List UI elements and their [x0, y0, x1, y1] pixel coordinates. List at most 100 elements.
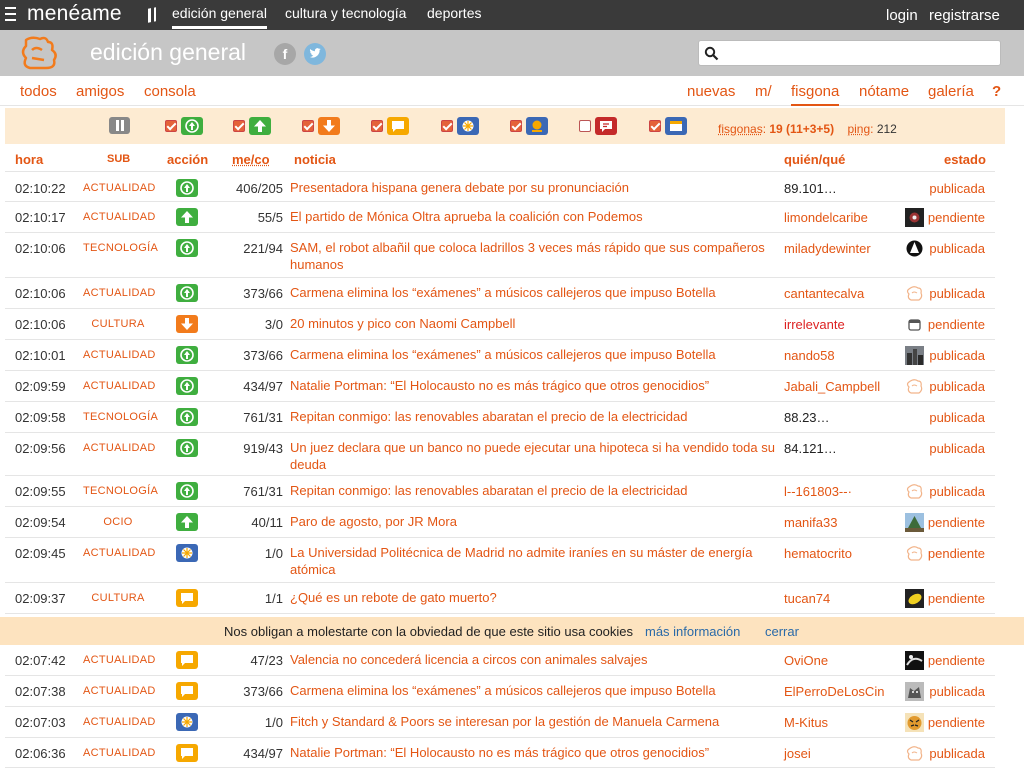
row-user[interactable]: miladydewinter — [784, 241, 871, 256]
user-avatar[interactable] — [905, 651, 924, 670]
row-sub[interactable]: TECNOLOGÍA — [83, 485, 158, 497]
user-avatar[interactable] — [905, 315, 924, 334]
row-news-link[interactable]: Repitan conmigo: las renovables abaratan… — [290, 482, 775, 499]
row-news-link[interactable]: Un juez declara que un banco no puede ej… — [290, 439, 775, 473]
filter-chat-checkbox[interactable] — [579, 120, 591, 132]
filter-problem-checkbox[interactable] — [510, 120, 522, 132]
user-avatar[interactable] — [905, 713, 924, 732]
row-user[interactable]: 84.121… — [784, 441, 837, 456]
row-sub[interactable]: ACTUALIDAD — [83, 685, 155, 697]
filter-new-checkbox[interactable] — [441, 120, 453, 132]
ping-label[interactable]: ping — [847, 122, 870, 136]
row-status[interactable]: publicada — [929, 241, 985, 256]
row-news-link[interactable]: Paro de agosto, por JR Mora — [290, 513, 775, 530]
row-user[interactable]: irrelevante — [784, 317, 845, 332]
row-news-link[interactable]: Carmena elimina los “exámenes” a músicos… — [290, 682, 775, 699]
filter-post-checkbox[interactable] — [649, 120, 661, 132]
nav-deportes[interactable]: deportes — [427, 5, 481, 21]
row-news-link[interactable]: Valencia no concederá licencia a circos … — [290, 651, 775, 668]
row-sub[interactable]: CULTURA — [83, 318, 153, 330]
row-user[interactable]: nando58 — [784, 348, 835, 363]
row-user[interactable]: hematocrito — [784, 546, 852, 561]
row-status[interactable]: publicada — [929, 286, 985, 301]
row-sub[interactable]: ACTUALIDAD — [83, 654, 155, 666]
twitter-icon[interactable] — [304, 43, 326, 65]
subnav-fisgona[interactable]: fisgona — [791, 83, 840, 106]
row-user[interactable]: cantantecalva — [784, 286, 864, 301]
site-logo[interactable]: menéame — [27, 2, 122, 26]
user-avatar[interactable] — [905, 284, 924, 303]
row-status[interactable]: publicada — [929, 441, 985, 456]
row-status[interactable]: publicada — [929, 746, 985, 761]
pause-button[interactable] — [109, 117, 130, 134]
row-status[interactable]: publicada — [929, 379, 985, 394]
row-news-link[interactable]: SAM, el robot albañil que coloca ladrill… — [290, 239, 775, 273]
filter-published-checkbox[interactable] — [165, 120, 177, 132]
row-status[interactable]: pendiente — [928, 515, 985, 530]
row-sub[interactable]: OCIO — [83, 516, 153, 528]
row-status[interactable]: publicada — [929, 484, 985, 499]
subnav-todos[interactable]: todos — [20, 83, 57, 100]
subnav-nuevas[interactable]: nuevas — [687, 83, 735, 100]
row-status[interactable]: publicada — [929, 181, 985, 196]
row-news-link[interactable]: Carmena elimina los “exámenes” a músicos… — [290, 346, 775, 363]
row-sub[interactable]: ACTUALIDAD — [83, 747, 155, 759]
user-avatar[interactable] — [905, 239, 924, 258]
row-sub[interactable]: ACTUALIDAD — [83, 211, 155, 223]
row-status[interactable]: publicada — [929, 410, 985, 425]
row-status[interactable]: pendiente — [928, 546, 985, 561]
row-status[interactable]: pendiente — [928, 653, 985, 668]
subnav-m[interactable]: m/ — [755, 83, 772, 100]
row-user[interactable]: ElPerroDeLosCin — [784, 684, 884, 699]
subnav-notame[interactable]: nótame — [859, 83, 909, 100]
row-user[interactable]: josei — [784, 746, 811, 761]
register-link[interactable]: registrarse — [929, 7, 1000, 24]
help-link[interactable]: ? — [992, 83, 1001, 100]
filter-comment-checkbox[interactable] — [371, 120, 383, 132]
facebook-icon[interactable]: f — [274, 43, 296, 65]
row-news-link[interactable]: Natalie Portman: “El Holocausto no es má… — [290, 377, 775, 394]
user-avatar[interactable] — [905, 744, 924, 763]
row-sub[interactable]: TECNOLOGÍA — [83, 242, 158, 254]
user-avatar[interactable] — [905, 682, 924, 701]
nav-edicion-general[interactable]: edición general — [172, 5, 267, 29]
user-avatar[interactable] — [905, 377, 924, 396]
user-avatar[interactable] — [905, 346, 924, 365]
row-news-link[interactable]: 20 minutos y pico con Naomi Campbell — [290, 315, 775, 332]
row-user[interactable]: 88.23… — [784, 410, 830, 425]
user-avatar[interactable] — [905, 513, 924, 532]
filter-discard-checkbox[interactable] — [302, 120, 314, 132]
subnav-consola[interactable]: consola — [144, 83, 196, 100]
row-news-link[interactable]: Carmena elimina los “exámenes” a músicos… — [290, 284, 775, 301]
row-user[interactable]: Jabali_Campbell — [784, 379, 880, 394]
filter-vote-checkbox[interactable] — [233, 120, 245, 132]
user-avatar[interactable] — [905, 589, 924, 608]
search-input[interactable] — [723, 44, 993, 62]
cookie-close-link[interactable]: cerrar — [765, 624, 799, 639]
col-meco[interactable]: me/co — [232, 152, 270, 167]
row-sub[interactable]: CULTURA — [83, 592, 153, 604]
row-user[interactable]: tucan74 — [784, 591, 830, 606]
search-icon[interactable] — [704, 46, 719, 61]
row-sub[interactable]: ACTUALIDAD — [83, 716, 155, 728]
row-sub[interactable]: ACTUALIDAD — [83, 547, 155, 559]
subnav-galeria[interactable]: galería — [928, 83, 974, 100]
meneame-logo-icon[interactable] — [18, 34, 62, 72]
row-user[interactable]: limondelcaribe — [784, 210, 868, 225]
row-sub[interactable]: ACTUALIDAD — [83, 349, 155, 361]
row-sub[interactable]: ACTUALIDAD — [83, 380, 155, 392]
user-avatar[interactable] — [905, 482, 924, 501]
row-sub[interactable]: ACTUALIDAD — [83, 442, 155, 454]
row-sub[interactable]: ACTUALIDAD — [83, 182, 155, 194]
row-user[interactable]: OviOne — [784, 653, 828, 668]
cookie-more-info-link[interactable]: más información — [645, 624, 740, 639]
row-news-link[interactable]: Fitch y Standard & Poors se interesan po… — [290, 713, 775, 730]
subnav-amigos[interactable]: amigos — [76, 83, 124, 100]
nav-cultura-tecnologia[interactable]: cultura y tecnología — [285, 5, 406, 21]
row-news-link[interactable]: Presentadora hispana genera debate por s… — [290, 179, 775, 196]
user-avatar[interactable] — [905, 208, 924, 227]
hamburger-menu-icon[interactable] — [5, 7, 16, 21]
row-news-link[interactable]: La Universidad Politécnica de Madrid no … — [290, 544, 775, 578]
row-news-link[interactable]: ¿Qué es un rebote de gato muerto? — [290, 589, 775, 606]
row-status[interactable]: publicada — [929, 348, 985, 363]
